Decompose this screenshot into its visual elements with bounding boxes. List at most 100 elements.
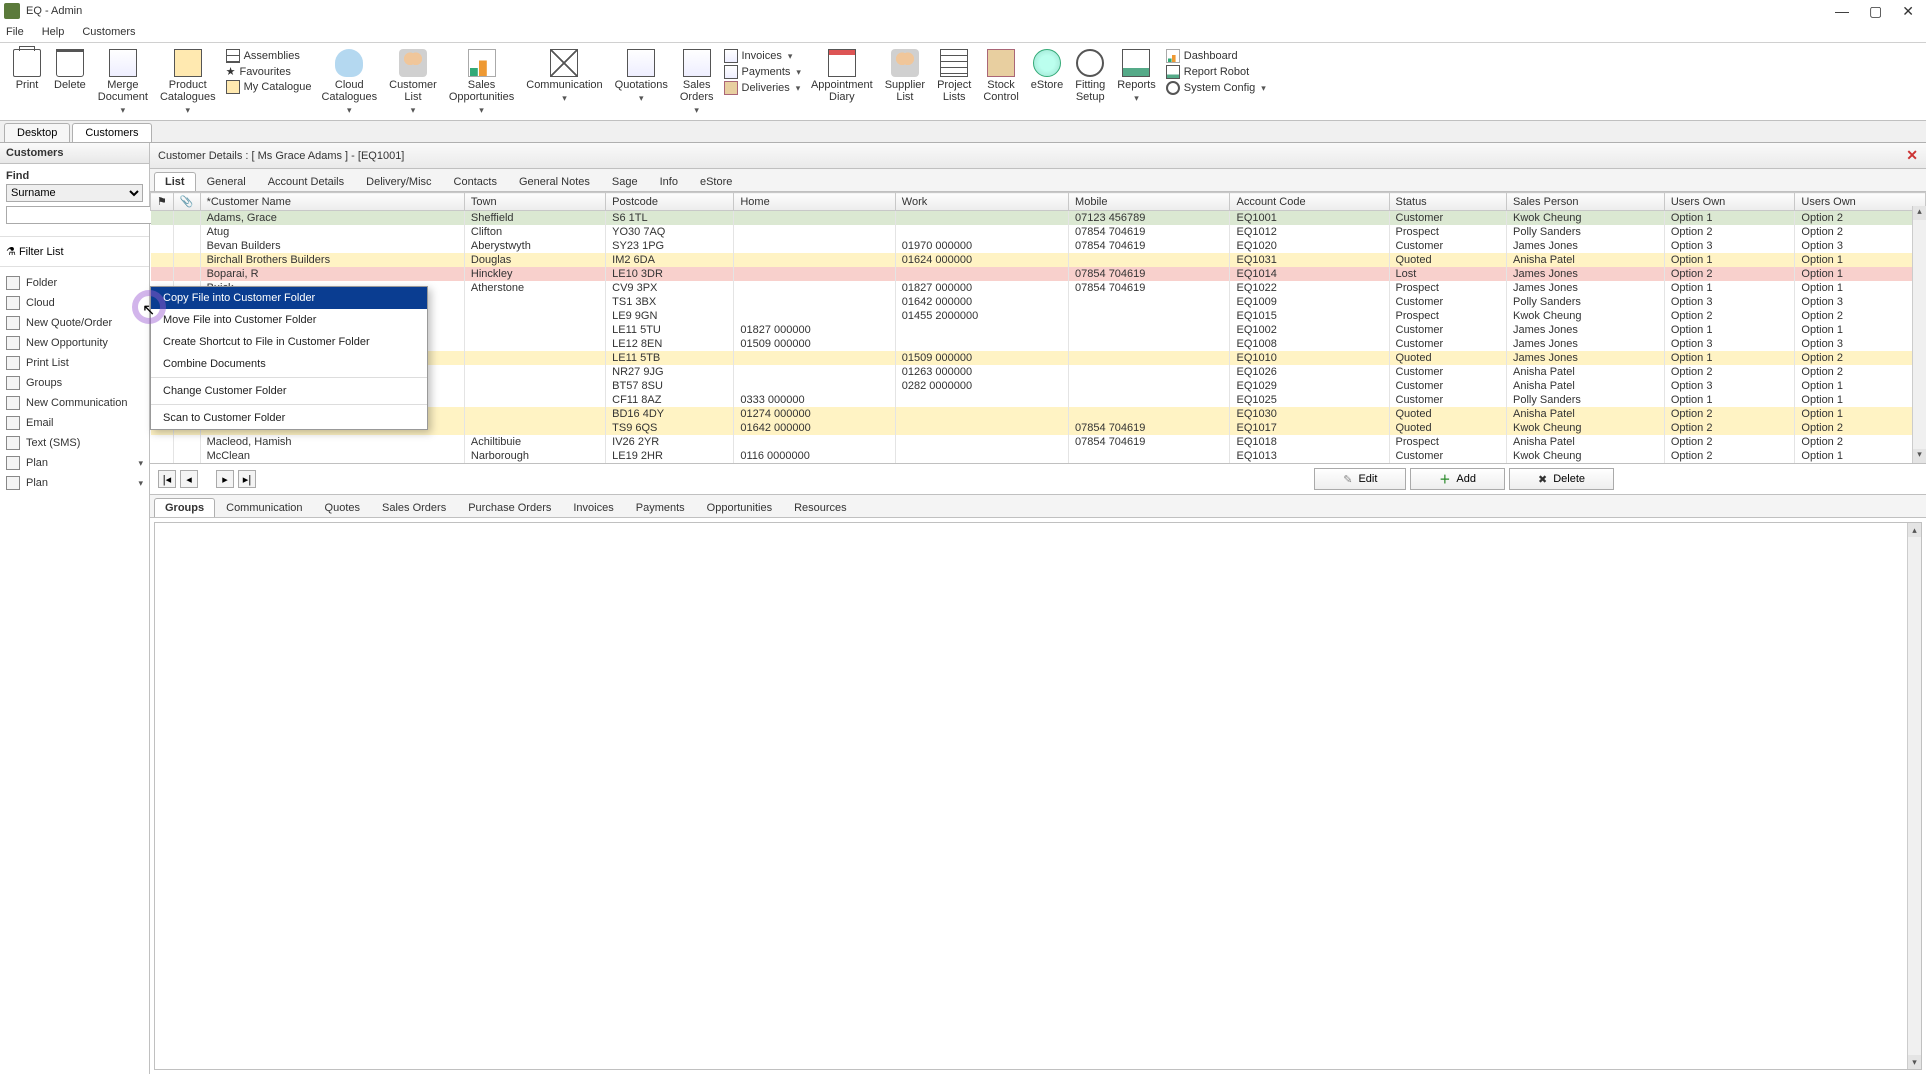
ribbon-favourites[interactable]: ★Favourites bbox=[226, 65, 312, 78]
pager-next[interactable]: ▸ bbox=[216, 470, 234, 488]
bottom-tab-groups[interactable]: Groups bbox=[154, 498, 215, 517]
col-11[interactable]: Users Own bbox=[1664, 193, 1795, 211]
bottom-tab-invoices[interactable]: Invoices bbox=[562, 498, 624, 517]
col-1[interactable]: 📎 bbox=[173, 193, 200, 211]
bottom-tab-resources[interactable]: Resources bbox=[783, 498, 858, 517]
pager-first[interactable]: |◂ bbox=[158, 470, 176, 488]
bottom-scrollbar[interactable] bbox=[1907, 523, 1921, 1069]
ribbon-supplier-list[interactable]: Supplier List bbox=[879, 47, 931, 105]
sidebar-item-groups[interactable]: Groups bbox=[0, 373, 149, 393]
ribbon-product-catalogues[interactable]: Product Catalogues bbox=[154, 47, 222, 118]
detail-tab-info[interactable]: Info bbox=[649, 172, 689, 191]
col-6[interactable]: Work bbox=[895, 193, 1068, 211]
sidebar-item-cloud[interactable]: Cloud bbox=[0, 293, 149, 313]
ribbon-merge-document[interactable]: Merge Document bbox=[92, 47, 154, 118]
search-input[interactable] bbox=[6, 206, 156, 224]
col-7[interactable]: Mobile bbox=[1069, 193, 1230, 211]
detail-tab-sage[interactable]: Sage bbox=[601, 172, 649, 191]
table-row[interactable]: AtugCliftonYO30 7AQ07854 704619EQ1012Pro… bbox=[151, 225, 1926, 239]
ribbon-cloud-catalogues[interactable]: Cloud Catalogues bbox=[315, 47, 383, 118]
ribbon-stock-control[interactable]: Stock Control bbox=[977, 47, 1024, 105]
ribbon-system-config[interactable]: System Config bbox=[1166, 81, 1266, 95]
ribbon-fitting-setup[interactable]: Fitting Setup bbox=[1069, 47, 1111, 105]
ribbon-sales-opportunities[interactable]: Sales Opportunities bbox=[443, 47, 520, 118]
context-combine-documents[interactable]: Combine Documents bbox=[151, 353, 427, 375]
col-3[interactable]: Town bbox=[464, 193, 605, 211]
context-scan-to-folder[interactable]: Scan to Customer Folder bbox=[151, 407, 427, 429]
ribbon-print[interactable]: Print bbox=[6, 47, 48, 93]
bottom-tab-sales-orders[interactable]: Sales Orders bbox=[371, 498, 457, 517]
details-close-button[interactable]: ✕ bbox=[1906, 147, 1918, 164]
edit-button[interactable]: Edit bbox=[1314, 468, 1406, 490]
ribbon-customer-list[interactable]: Customer List bbox=[383, 47, 443, 118]
delete-button[interactable]: Delete bbox=[1509, 468, 1614, 490]
ribbon-invoices[interactable]: Invoices bbox=[724, 49, 801, 63]
ribbon-communication[interactable]: Communication bbox=[520, 47, 608, 106]
sidebar-item-sms[interactable]: Text (SMS) bbox=[0, 433, 149, 453]
maximize-button[interactable]: ▢ bbox=[1869, 3, 1882, 20]
sidebar-item-plan-2[interactable]: Plan bbox=[0, 473, 149, 493]
ribbon-reports[interactable]: Reports bbox=[1111, 47, 1162, 106]
ribbon-project-lists[interactable]: Project Lists bbox=[931, 47, 977, 105]
context-move-file[interactable]: Move File into Customer Folder bbox=[151, 309, 427, 331]
tab-customers[interactable]: Customers bbox=[72, 123, 151, 142]
ribbon-quotations[interactable]: Quotations bbox=[609, 47, 674, 106]
menu-help[interactable]: Help bbox=[42, 26, 65, 38]
menu-customers[interactable]: Customers bbox=[82, 26, 135, 38]
context-change-folder[interactable]: Change Customer Folder bbox=[151, 380, 427, 402]
ribbon-delete[interactable]: Delete bbox=[48, 47, 92, 93]
detail-tab-estore[interactable]: eStore bbox=[689, 172, 743, 191]
bottom-tab-purchase-orders[interactable]: Purchase Orders bbox=[457, 498, 562, 517]
scroll-up-icon[interactable]: ▴ bbox=[1913, 206, 1926, 220]
table-row[interactable]: Macleod, HamishAchiltibuieIV26 2YR07854 … bbox=[151, 435, 1926, 449]
bottom-tab-opportunities[interactable]: Opportunities bbox=[696, 498, 783, 517]
context-copy-file[interactable]: Copy File into Customer Folder bbox=[151, 287, 427, 309]
sidebar-item-print-list[interactable]: Print List bbox=[0, 353, 149, 373]
detail-tab-list[interactable]: List bbox=[154, 172, 196, 191]
sidebar-item-new-opportunity[interactable]: New Opportunity bbox=[0, 333, 149, 353]
scroll-down-icon[interactable]: ▾ bbox=[1913, 449, 1926, 463]
col-5[interactable]: Home bbox=[734, 193, 895, 211]
detail-tab-account-details[interactable]: Account Details bbox=[257, 172, 355, 191]
table-row[interactable]: McCleanNarboroughLE19 2HR0116 0000000EQ1… bbox=[151, 449, 1926, 463]
table-row[interactable]: Adams, GraceSheffieldS6 1TL07123 456789E… bbox=[151, 211, 1926, 226]
pager-last[interactable]: ▸| bbox=[238, 470, 256, 488]
col-10[interactable]: Sales Person bbox=[1507, 193, 1665, 211]
sidebar-item-plan-1[interactable]: Plan bbox=[0, 453, 149, 473]
filter-list[interactable]: ⚗ Filter List bbox=[0, 236, 149, 267]
detail-tab-general-notes[interactable]: General Notes bbox=[508, 172, 601, 191]
context-create-shortcut[interactable]: Create Shortcut to File in Customer Fold… bbox=[151, 331, 427, 353]
sidebar-item-new-quote[interactable]: New Quote/Order bbox=[0, 313, 149, 333]
ribbon-payments[interactable]: Payments bbox=[724, 65, 801, 79]
bottom-tab-payments[interactable]: Payments bbox=[625, 498, 696, 517]
col-12[interactable]: Users Own bbox=[1795, 193, 1926, 211]
col-0[interactable]: ⚑ bbox=[151, 193, 174, 211]
add-button[interactable]: Add bbox=[1410, 468, 1505, 490]
col-8[interactable]: Account Code bbox=[1230, 193, 1389, 211]
detail-tab-contacts[interactable]: Contacts bbox=[443, 172, 508, 191]
pager-prev[interactable]: ◂ bbox=[180, 470, 198, 488]
ribbon-report-robot[interactable]: Report Robot bbox=[1166, 65, 1266, 79]
detail-tab-delivery-misc[interactable]: Delivery/Misc bbox=[355, 172, 442, 191]
close-button[interactable]: ✕ bbox=[1902, 3, 1914, 20]
tab-desktop[interactable]: Desktop bbox=[4, 123, 70, 142]
col-9[interactable]: Status bbox=[1389, 193, 1507, 211]
grid-scrollbar[interactable]: ▴ ▾ bbox=[1912, 206, 1926, 463]
find-field-select[interactable]: Surname bbox=[6, 184, 143, 202]
table-row[interactable]: Bevan BuildersAberystwythSY23 1PG01970 0… bbox=[151, 239, 1926, 253]
table-row[interactable]: Boparai, RHinckleyLE10 3DR07854 704619EQ… bbox=[151, 267, 1926, 281]
col-2[interactable]: *Customer Name bbox=[200, 193, 464, 211]
bottom-tab-quotes[interactable]: Quotes bbox=[314, 498, 371, 517]
sidebar-item-folder[interactable]: Folder bbox=[0, 273, 149, 293]
menu-file[interactable]: File bbox=[6, 26, 24, 38]
minimize-button[interactable]: — bbox=[1835, 3, 1849, 20]
sidebar-item-email[interactable]: Email bbox=[0, 413, 149, 433]
col-4[interactable]: Postcode bbox=[606, 193, 734, 211]
ribbon-deliveries[interactable]: Deliveries bbox=[724, 81, 801, 95]
ribbon-my-catalogue[interactable]: My Catalogue bbox=[226, 80, 312, 94]
sidebar-item-new-communication[interactable]: New Communication bbox=[0, 393, 149, 413]
ribbon-dashboard[interactable]: Dashboard bbox=[1166, 49, 1266, 63]
detail-tab-general[interactable]: General bbox=[196, 172, 257, 191]
ribbon-assemblies[interactable]: Assemblies bbox=[226, 49, 312, 63]
ribbon-appointment-diary[interactable]: Appointment Diary bbox=[805, 47, 879, 105]
